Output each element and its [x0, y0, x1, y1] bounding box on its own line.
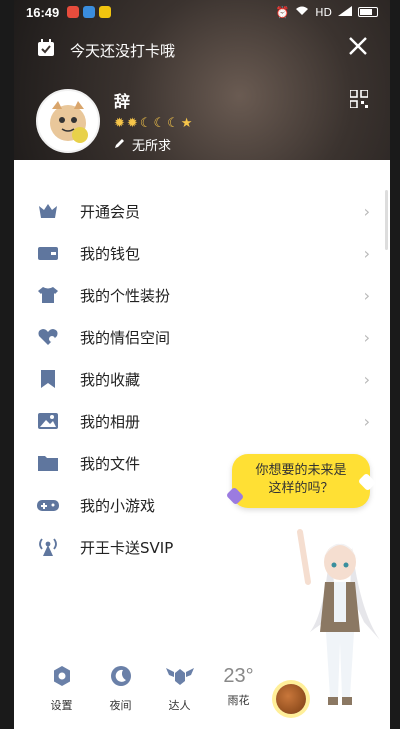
weather-location: 雨花 [227, 694, 250, 707]
star-icon: ★ [180, 116, 193, 131]
moon-icon [110, 665, 132, 691]
settings-label: 设置 [50, 699, 73, 712]
wifi-icon [295, 6, 309, 19]
chevron-right-icon: › [363, 327, 370, 347]
menu-list: 开通会员 › 我的钱包 › 我的个性装扮 › 我的情侣空间 › 我的收藏 › 我… [14, 190, 390, 568]
shirt-icon [36, 283, 60, 307]
chevron-right-icon: › [363, 243, 370, 263]
menu-item-wallet[interactable]: 我的钱包 › [14, 232, 390, 274]
crown-icon: ✹ [114, 116, 125, 131]
menu-item-couple-space[interactable]: 我的情侣空间 › [14, 316, 390, 358]
chevron-right-icon: › [363, 285, 370, 305]
crown-icon: ✹ [126, 116, 138, 131]
status-bar: 16:49 ⏰ HD [14, 0, 390, 24]
level-badges: ✹ ✹ ☾ ☾ ☾ ★ [114, 116, 192, 131]
chevron-right-icon: › [363, 411, 370, 431]
signature-text: 无所求 [132, 139, 172, 154]
alarm-icon: ⏰ [275, 5, 290, 19]
expert-label: 达人 [168, 699, 191, 712]
status-time: 16:49 [26, 4, 60, 20]
assistant-speech-bubble[interactable]: 你想要的未来是 这样的吗？ [225, 454, 377, 508]
heart-icon [36, 325, 60, 349]
network-label: HD [315, 5, 332, 19]
notification-app-icon [99, 6, 112, 18]
bubble-line: 这样的吗？ [268, 481, 334, 496]
moon-icon: ☾ [153, 116, 166, 131]
signature[interactable]: 无所求 [114, 135, 192, 154]
moon-icon: ☾ [167, 116, 179, 131]
profile-header: 16:49 ⏰ HD 今天还没打卡哦 辞 ✹ ✹ ☾ ☾ ☾ ★ 无所求 [14, 0, 390, 160]
avatar[interactable] [36, 89, 100, 153]
notification-app-icon [67, 6, 80, 18]
battery-icon [358, 7, 378, 17]
temperature: 23° [223, 665, 254, 687]
menu-item-album[interactable]: 我的相册 › [14, 400, 390, 442]
checkin-banner[interactable]: 今天还没打卡哦 [36, 38, 175, 62]
folder-icon [36, 451, 60, 475]
chevron-right-icon: › [363, 201, 370, 221]
bubble-line: 你想要的未来是 [255, 463, 347, 478]
edit-icon [114, 137, 126, 153]
antenna-icon [36, 535, 60, 559]
expert-button[interactable]: 达人 [150, 659, 209, 713]
scrollbar[interactable] [385, 190, 388, 250]
calendar-check-icon [36, 38, 56, 62]
night-label: 夜间 [109, 699, 132, 712]
moon-icon: ☾ [139, 116, 152, 131]
close-icon[interactable] [346, 34, 370, 58]
menu-item-favorites[interactable]: 我的收藏 › [14, 358, 390, 400]
gamepad-icon [36, 493, 60, 517]
gear-icon [51, 665, 73, 691]
menu-item-vip[interactable]: 开通会员 › [14, 190, 390, 232]
signal-icon [338, 5, 352, 19]
user-profile[interactable]: 辞 ✹ ✹ ☾ ☾ ☾ ★ 无所求 [36, 88, 192, 154]
weather-widget[interactable]: 23° 雨花 [209, 659, 268, 708]
image-icon [36, 409, 60, 433]
menu-item-dress-up[interactable]: 我的个性装扮 › [14, 274, 390, 316]
bookmark-icon [36, 367, 60, 391]
notification-app-icon [83, 6, 96, 18]
user-name: 辞 [114, 92, 131, 111]
vip-icon [36, 199, 60, 223]
night-mode-button[interactable]: 夜间 [91, 659, 150, 713]
bottom-toolbar: 设置 夜间 达人 23° 雨花 [14, 659, 390, 729]
drawer-panel: 16:49 ⏰ HD 今天还没打卡哦 辞 ✹ ✹ ☾ ☾ ☾ ★ 无所求 开通会… [14, 0, 390, 729]
winged-badge-icon [165, 665, 195, 691]
chevron-right-icon: › [363, 369, 370, 389]
wallet-icon [36, 241, 60, 265]
qr-code-icon[interactable] [349, 89, 369, 109]
checkin-text: 今天还没打卡哦 [70, 41, 176, 60]
settings-button[interactable]: 设置 [32, 659, 91, 713]
